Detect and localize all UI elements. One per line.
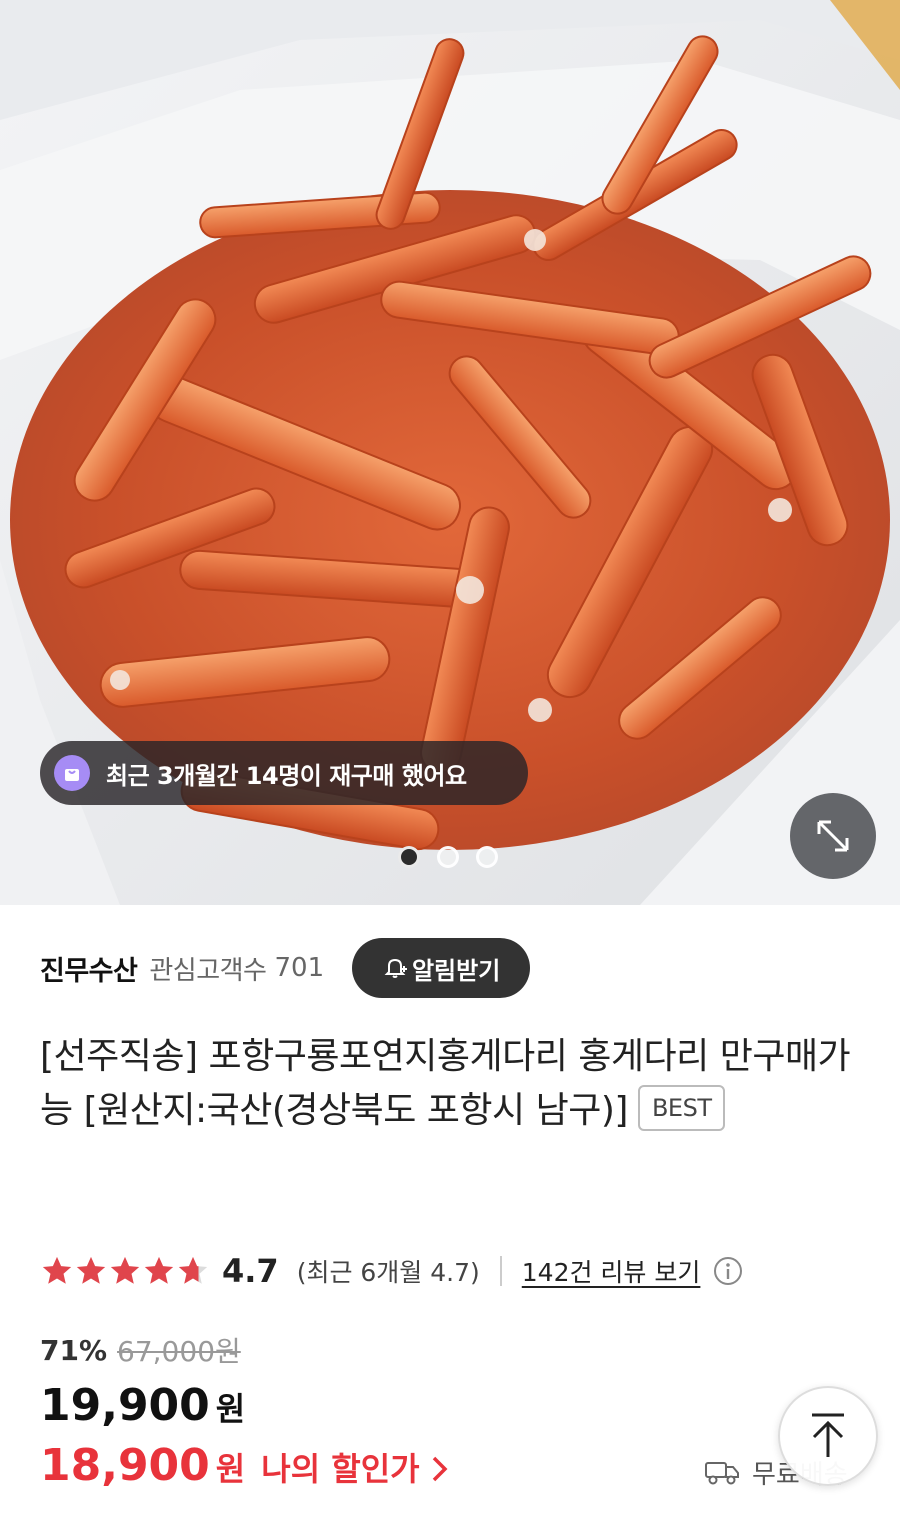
follow-label: 관심고객수 [149,955,267,986]
rating-row: 4.7 (최근 6개월 4.7) 142건 리뷰 보기 [40,1246,744,1296]
star-icon [110,1256,140,1284]
repurchase-text: 최근 3개월간 14명이 재구매 했어요 [106,761,467,790]
seller-name[interactable]: 진무수산 [40,949,138,988]
rating-stars [40,1254,210,1288]
truck-icon [705,1462,739,1485]
star-icon [76,1256,106,1284]
discount-rate: 71% [40,1333,108,1367]
bell-plus-icon [382,955,408,981]
sale-price-row: 19,900 원 [40,1380,245,1440]
my-discount-price: 18,900 [40,1440,210,1491]
my-discount-row[interactable]: 18,900 원 나의 할인가 [40,1440,450,1502]
expand-image-button[interactable] [790,793,876,879]
follow-count: 701 [274,953,325,983]
star-icon [42,1256,72,1284]
my-discount-label: 나의 할인가 [261,1450,420,1488]
alarm-button-label: 알림받기 [411,956,501,985]
best-badge: BEST [637,1085,726,1131]
shopping-bag-icon [54,755,90,791]
original-price: 67,000원 [117,1335,241,1368]
sale-price: 19,900 [40,1380,210,1431]
alarm-subscribe-button[interactable]: 알림받기 [352,938,531,998]
rating-score: 4.7 [222,1252,279,1290]
carousel-dot-1[interactable] [398,846,420,868]
recent-rating: (최근 6개월 4.7) [296,1258,480,1287]
chevron-right-icon [432,1456,448,1482]
product-title: [선주직송] 포항구룡포연지홍게다리 홍게다리 만구매가능 [원산지:국산(경상… [40,1030,860,1138]
product-image-carousel[interactable]: 최근 3개월간 14명이 재구매 했어요 [0,0,900,905]
carousel-indicator [398,846,498,868]
repurchase-banner: 최근 3개월간 14명이 재구매 했어요 [40,741,528,805]
star-icon [144,1256,174,1284]
sale-price-unit: 원 [215,1390,246,1428]
review-link[interactable]: 142건 리뷰 보기 [522,1253,701,1289]
carousel-dot-3[interactable] [476,846,498,868]
seller-row: 진무수산 관심고객수 701 알림받기 [40,938,531,998]
expand-icon [817,820,849,852]
scroll-to-top-button[interactable] [778,1386,878,1486]
divider [499,1256,502,1286]
info-icon[interactable] [712,1255,744,1287]
arrow-up-icon [812,1413,844,1457]
star-half-icon [178,1256,208,1284]
carousel-dot-2[interactable] [437,846,459,868]
discount-row: 71% 67,000원 [40,1330,241,1370]
product-title-text: [선주직송] 포항구룡포연지홍게다리 홍게다리 만구매가능 [원산지:국산(경상… [40,1036,851,1131]
my-discount-unit: 원 [215,1450,246,1488]
